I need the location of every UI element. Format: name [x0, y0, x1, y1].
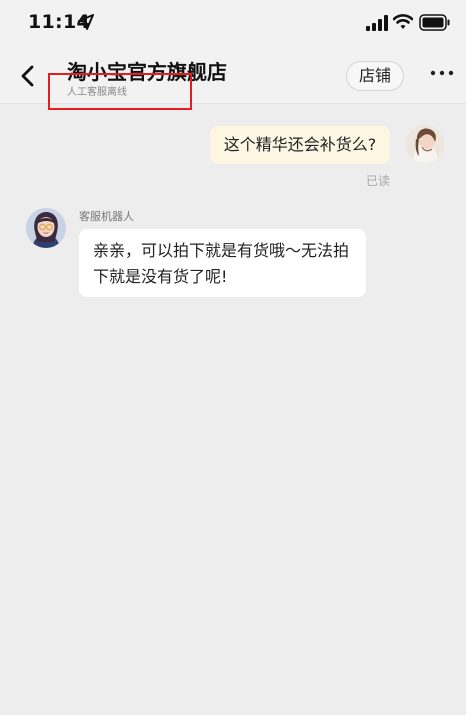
user-avatar-image [406, 125, 444, 163]
message-line: 下就是没有货了呢! [93, 267, 228, 286]
location-arrow-icon [78, 14, 94, 30]
message-line: 亲亲，可以拍下就是有货哦～无法拍 [93, 241, 350, 260]
incoming-message-bubble[interactable]: 亲亲，可以拍下就是有货哦～无法拍 下就是没有货了呢! [79, 229, 366, 297]
back-chevron-icon[interactable] [18, 65, 38, 87]
battery-icon [419, 14, 450, 31]
bot-avatar-image [26, 208, 66, 248]
read-status: 已读 [366, 174, 391, 188]
bot-avatar[interactable] [26, 208, 66, 248]
more-dots-icon[interactable] [430, 69, 454, 77]
user-avatar[interactable] [406, 125, 444, 163]
wifi-icon [393, 14, 413, 29]
outgoing-message-bubble[interactable]: 这个精华还会补货么? [210, 126, 390, 164]
status-bar: 11:14 [0, 0, 466, 46]
bot-sender-name: 客服机器人 [79, 210, 134, 223]
cellular-signal-icon [366, 15, 388, 31]
chat-header: 淘小宝官方旗舰店 人工客服离线 店铺 [0, 46, 466, 110]
chat-area[interactable]: 这个精华还会补货么? 已读 客服机器人 亲亲，可以拍下就是有货哦～无法拍 下就是… [0, 105, 466, 715]
store-button[interactable]: 店铺 [346, 61, 404, 91]
